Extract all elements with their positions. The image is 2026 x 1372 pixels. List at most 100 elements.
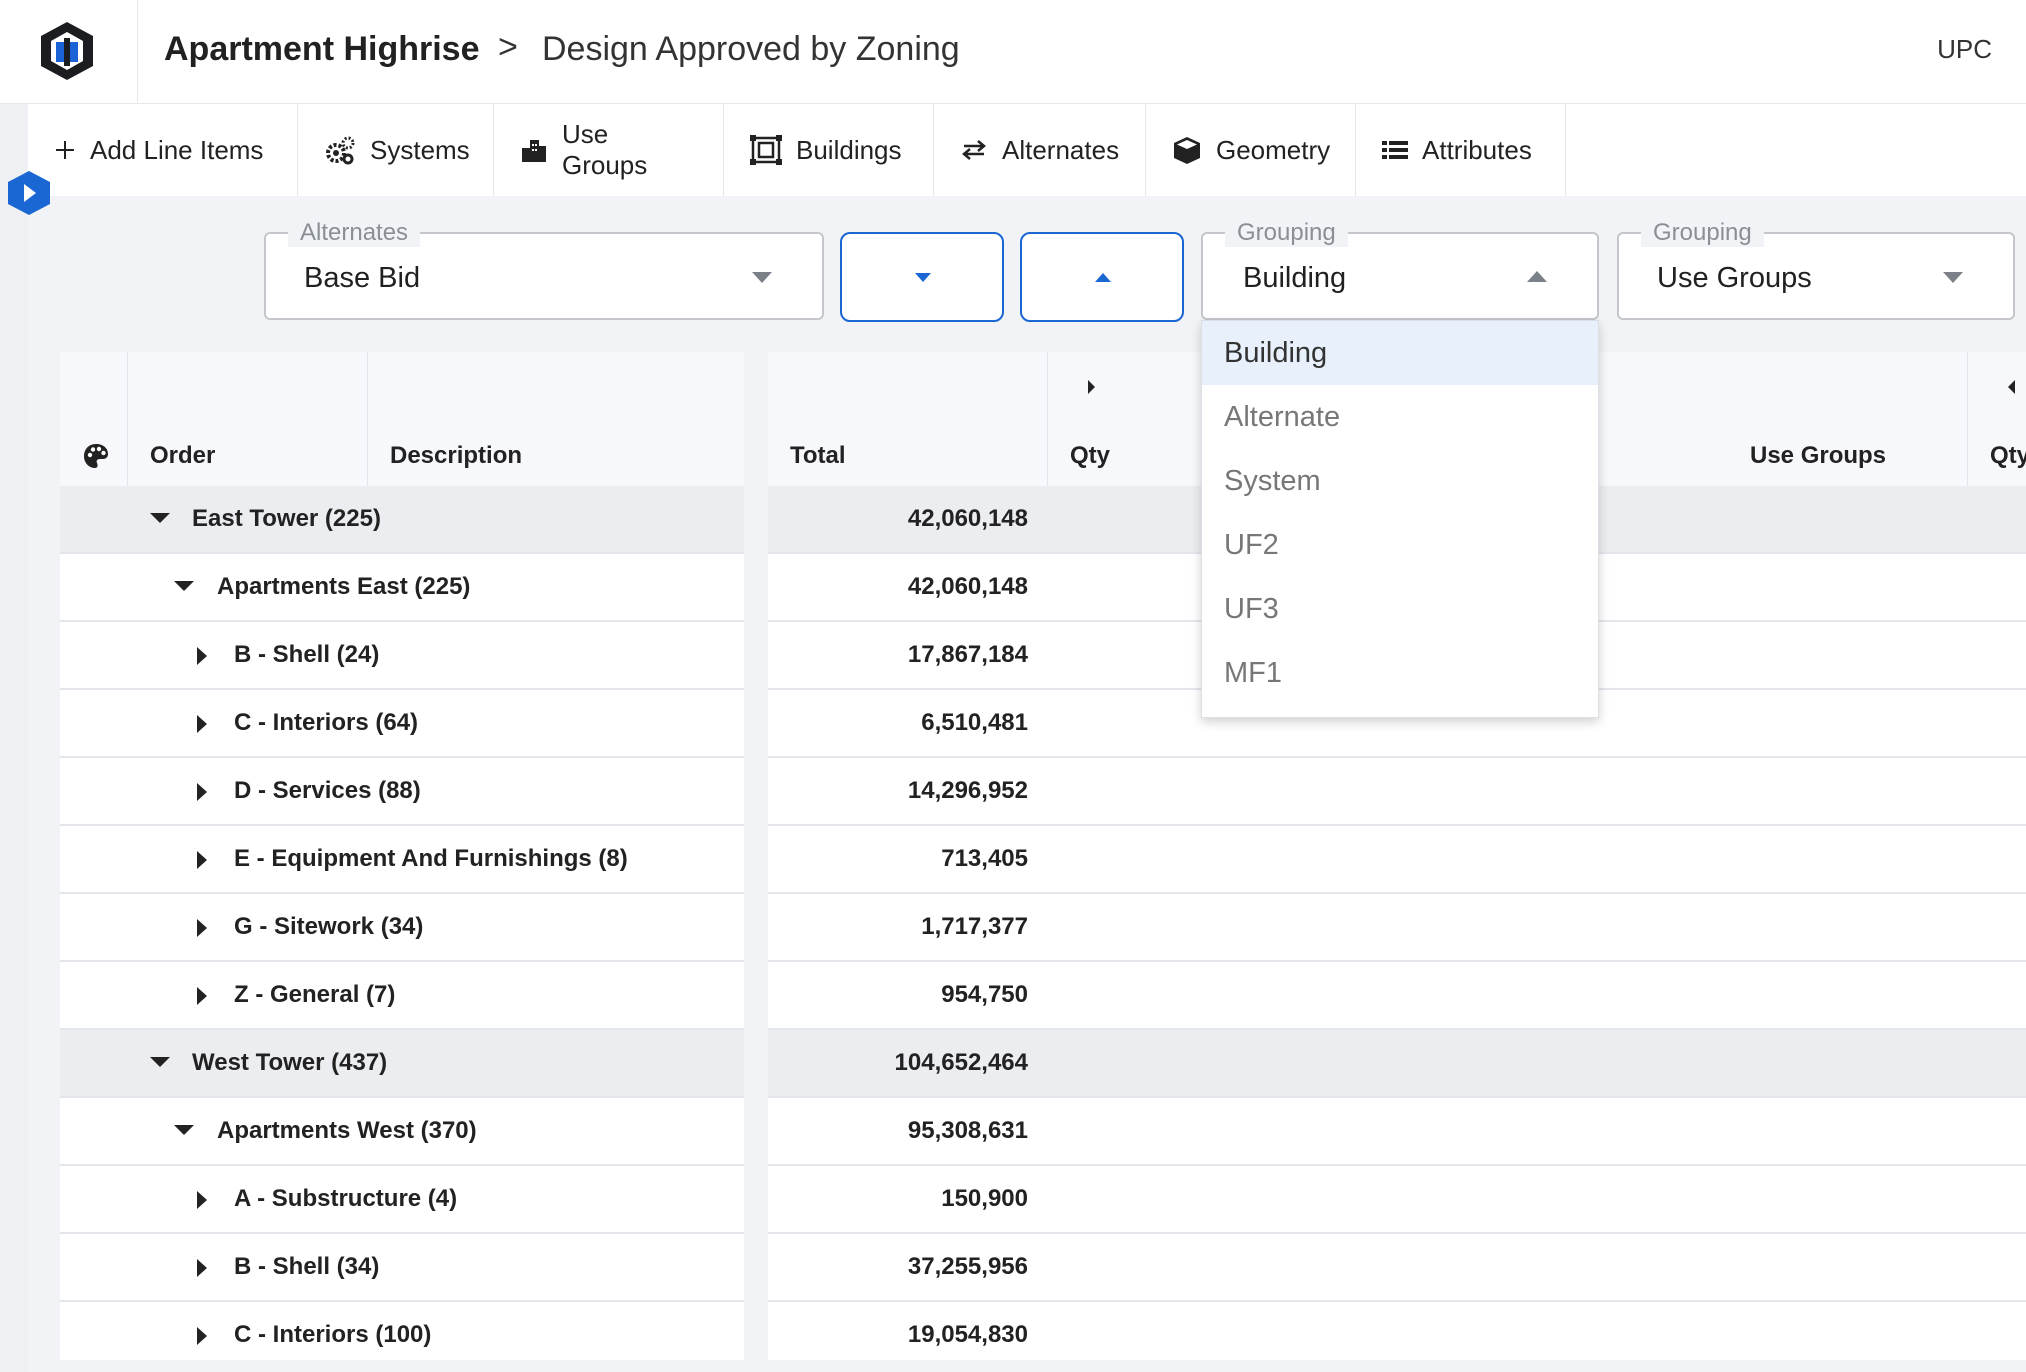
user-initials[interactable]: UPC: [1937, 34, 1992, 65]
caret-right-icon[interactable]: [197, 851, 207, 869]
caret-right-icon[interactable]: [197, 715, 207, 733]
table-row[interactable]: Apartments West (370): [60, 1098, 744, 1166]
use-groups-button[interactable]: Use Groups: [494, 104, 724, 196]
attributes-button[interactable]: Attributes: [1356, 104, 1566, 196]
table-row[interactable]: 713,405: [768, 826, 2026, 894]
qty-column-header[interactable]: Qty: [1048, 352, 1208, 486]
app-logo-icon: [41, 22, 93, 80]
row-total: 37,255,956: [907, 1253, 1028, 1280]
row-total: 19,054,830: [907, 1321, 1028, 1348]
table-row[interactable]: 19,054,830: [768, 1302, 2026, 1360]
caret-up-icon: [1095, 273, 1111, 282]
row-total: 14,296,952: [907, 777, 1028, 804]
caret-down-icon[interactable]: [150, 1057, 170, 1067]
systems-label: Systems: [370, 134, 470, 165]
alternates-select-legend: Alternates: [288, 219, 421, 247]
table-row[interactable]: 104,652,464: [768, 1030, 2026, 1098]
cube-icon: [1172, 135, 1202, 165]
row-name: E - Equipment And Furnishings (8): [234, 845, 628, 872]
caret-down-icon[interactable]: [174, 581, 194, 591]
row-name: Z - General (7): [234, 981, 396, 1008]
table-row[interactable]: 14,296,952: [768, 758, 2026, 826]
caret-right-icon[interactable]: [197, 919, 207, 937]
table-row[interactable]: A - Substructure (4): [60, 1166, 744, 1234]
row-total: 17,867,184: [907, 641, 1028, 668]
table-row[interactable]: 1,717,377: [768, 894, 2026, 962]
dropdown-option-alternate[interactable]: Alternate: [1202, 385, 1598, 449]
table-row[interactable]: B - Shell (24): [60, 622, 744, 690]
add-line-items-label: Add Line Items: [90, 134, 264, 165]
dropdown-option-uf3[interactable]: UF3: [1202, 577, 1598, 641]
grouping-select-primary[interactable]: Grouping Building: [1201, 219, 1599, 320]
grouping-secondary-legend: Grouping: [1641, 219, 1764, 247]
row-total: 954,750: [941, 981, 1028, 1008]
expand-sidebar-icon[interactable]: [6, 170, 52, 216]
app-logo-cell[interactable]: [0, 0, 138, 103]
table-row[interactable]: East Tower (225): [60, 486, 744, 554]
caret-down-icon[interactable]: [174, 1125, 194, 1135]
table-row[interactable]: C - Interiors (100): [60, 1302, 744, 1360]
attributes-label: Attributes: [1422, 134, 1532, 165]
use-groups-column-header[interactable]: Use Groups: [1728, 352, 1968, 486]
table-row[interactable]: E - Equipment And Furnishings (8): [60, 826, 744, 894]
order-column-header[interactable]: Order: [128, 352, 368, 486]
collapse-all-button[interactable]: [840, 232, 1004, 322]
dropdown-option-uf2[interactable]: UF2: [1202, 513, 1598, 577]
table-row[interactable]: C - Interiors (64): [60, 690, 744, 758]
dropdown-option-system[interactable]: System: [1202, 449, 1598, 513]
collapse-left-icon[interactable]: [2008, 380, 2015, 394]
qty2-column-header[interactable]: Qty: [1968, 352, 2026, 486]
caret-right-icon[interactable]: [197, 783, 207, 801]
expand-right-icon[interactable]: [1088, 380, 1095, 394]
add-line-items-button[interactable]: Add Line Items: [28, 104, 298, 196]
table-row[interactable]: 37,255,956: [768, 1234, 2026, 1302]
description-column-header[interactable]: Description: [368, 352, 744, 486]
list-icon: [1382, 139, 1408, 161]
color-column-header[interactable]: [60, 352, 128, 486]
caret-right-icon[interactable]: [197, 1191, 207, 1209]
alternates-select[interactable]: Alternates Base Bid: [264, 219, 824, 320]
table-row[interactable]: B - Shell (34): [60, 1234, 744, 1302]
chevron-down-icon: [1943, 272, 1963, 283]
caret-right-icon[interactable]: [197, 647, 207, 665]
caret-right-icon[interactable]: [197, 1259, 207, 1277]
palette-icon: [84, 444, 108, 468]
table-row[interactable]: G - Sitework (34): [60, 894, 744, 962]
grouping-primary-value: Building: [1243, 262, 1347, 294]
systems-button[interactable]: Systems: [298, 104, 494, 196]
caret-right-icon[interactable]: [197, 1327, 207, 1345]
grouping-secondary-value: Use Groups: [1657, 262, 1812, 294]
grid-header-left: Order Description: [60, 352, 744, 487]
row-name: West Tower (437): [192, 1049, 388, 1076]
table-row[interactable]: 150,900: [768, 1166, 2026, 1234]
order-header-label: Order: [150, 442, 216, 469]
dropdown-option-mf1[interactable]: MF1: [1202, 641, 1598, 705]
city-icon: [520, 136, 548, 164]
alternates-button[interactable]: Alternates: [934, 104, 1146, 196]
grouping-dropdown-menu: Building Alternate System UF2 UF3 MF1: [1201, 320, 1599, 718]
table-row[interactable]: D - Services (88): [60, 758, 744, 826]
grouping-primary-legend: Grouping: [1225, 219, 1348, 247]
building-frame-icon: [750, 135, 782, 165]
table-row[interactable]: 95,308,631: [768, 1098, 2026, 1166]
breadcrumb-project[interactable]: Apartment Highrise: [164, 30, 480, 69]
table-row[interactable]: West Tower (437): [60, 1030, 744, 1098]
row-name: Apartments East (225): [217, 573, 471, 600]
caret-down-icon[interactable]: [150, 513, 170, 523]
table-row[interactable]: Apartments East (225): [60, 554, 744, 622]
geometry-button[interactable]: Geometry: [1146, 104, 1356, 196]
caret-down-icon: [915, 273, 931, 282]
swap-arrows-icon: [960, 139, 988, 161]
alternates-label: Alternates: [1002, 134, 1120, 165]
left-rail: [0, 104, 28, 1372]
total-column-header[interactable]: Total: [768, 352, 1048, 486]
row-total: 104,652,464: [894, 1049, 1028, 1076]
use-groups-label: Use Groups: [562, 119, 648, 180]
caret-right-icon[interactable]: [197, 987, 207, 1005]
buildings-button[interactable]: Buildings: [724, 104, 934, 196]
table-row[interactable]: Z - General (7): [60, 962, 744, 1030]
expand-all-button[interactable]: [1020, 232, 1184, 322]
dropdown-option-building[interactable]: Building: [1202, 321, 1598, 385]
grouping-select-secondary[interactable]: Grouping Use Groups: [1617, 219, 2015, 320]
table-row[interactable]: 954,750: [768, 962, 2026, 1030]
